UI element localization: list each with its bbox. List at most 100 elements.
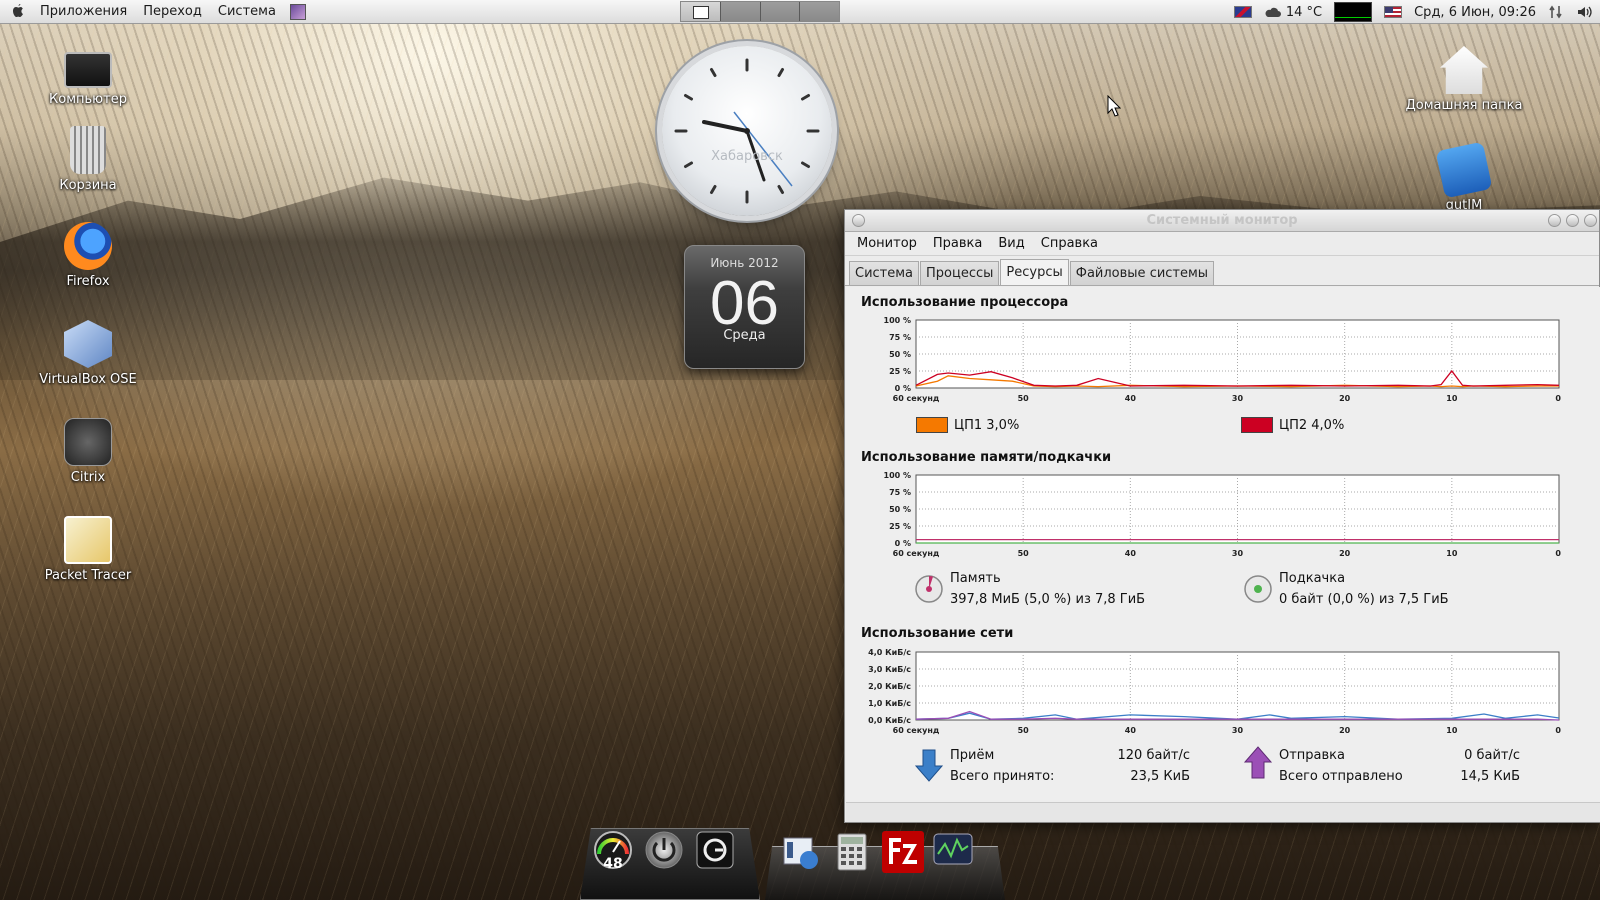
window-menu-button[interactable] <box>852 214 865 227</box>
x-tick-label: 30 <box>1232 726 1244 735</box>
x-tick-label: 40 <box>1125 726 1137 735</box>
network-section-title: Использование сети <box>861 626 1014 641</box>
packet-tracer-icon <box>64 516 112 564</box>
desktop-icon-label: Firefox <box>66 274 110 289</box>
menu-system[interactable]: Система <box>210 0 284 24</box>
menu-places[interactable]: Переход <box>135 0 210 24</box>
keyboard-layout-flag-icon[interactable] <box>1233 6 1252 18</box>
memory-section-title: Использование памяти/подкачки <box>861 450 1112 465</box>
tab-system[interactable]: Система <box>849 261 920 285</box>
workspace-3[interactable] <box>760 2 801 21</box>
resources-panel: Использование процессора 100 % 75 % 50 % 25… <box>846 287 1600 802</box>
cpu2-value: 4,0% <box>1311 418 1345 433</box>
window-title: Системный монитор <box>1146 213 1298 228</box>
memory-pie-icon[interactable] <box>914 574 944 604</box>
calendar-widget: Июнь 2012 06 Среда <box>684 245 805 369</box>
menu-help[interactable]: Справка <box>1033 236 1106 251</box>
clock-datetime[interactable]: Срд, 6 Июн, 09:26 <box>1414 5 1536 20</box>
y-tick-label: 3,0 КиБ/с <box>868 665 911 674</box>
workspace-1[interactable] <box>681 2 721 21</box>
swap-pie-icon[interactable] <box>1243 574 1273 604</box>
tab-processes[interactable]: Процессы <box>920 261 1000 285</box>
cpu2-color-swatch[interactable] <box>1241 417 1273 433</box>
x-tick-label: 0 <box>1555 726 1561 735</box>
workspace-4[interactable] <box>800 2 839 21</box>
weather-applet[interactable]: 14 °C <box>1264 5 1322 20</box>
desktop-icon-citrix[interactable]: Citrix <box>28 418 148 485</box>
memory-usage-graph: 100 % 75 % 50 % 25 % 0 %60 секунд 50 40 30 20 10 0 <box>884 471 1562 558</box>
x-tick-label: 50 <box>1018 726 1030 735</box>
y-tick-label: 100 % <box>884 316 912 325</box>
maximize-button[interactable] <box>1566 214 1579 227</box>
memory-label: Память <box>950 571 1001 586</box>
desktop-icon-home-folder[interactable]: Домашняя папка <box>1402 46 1526 113</box>
trash-icon <box>70 126 106 174</box>
receive-total-label: Всего принято: <box>950 769 1055 784</box>
clock-city: Хабаровск <box>711 149 783 164</box>
y-tick-label: 2,0 КиБ/с <box>868 682 911 691</box>
network-browser-icon[interactable] <box>781 832 821 872</box>
desktop-icon-qutim[interactable]: qutIM <box>1402 141 1526 213</box>
send-arrow-icon[interactable] <box>1243 745 1273 779</box>
close-button[interactable] <box>1584 214 1597 227</box>
send-total-label: Всего отправлено <box>1279 769 1403 784</box>
cpu1-legend: ЦП1 3,0% <box>954 418 1019 433</box>
power-icon[interactable] <box>644 830 684 870</box>
desktop-icon-label: Citrix <box>70 470 106 485</box>
send-total: 14,5 КиБ <box>1460 769 1520 784</box>
workspace-2[interactable] <box>720 2 761 21</box>
send-label: Отправка <box>1279 748 1346 763</box>
calculator-icon[interactable] <box>832 832 872 872</box>
gimp-style-app-icon[interactable] <box>695 830 735 870</box>
system-monitor-app-icon[interactable] <box>932 830 974 872</box>
workspace-switcher[interactable] <box>680 1 840 22</box>
clock-face <box>674 58 820 204</box>
tab-file-systems[interactable]: Файловые системы <box>1069 261 1215 285</box>
computer-icon <box>64 52 112 88</box>
minimize-button[interactable] <box>1548 214 1561 227</box>
cpu1-color-swatch[interactable] <box>916 417 948 433</box>
launcher-icon[interactable] <box>289 3 306 20</box>
window-titlebar[interactable]: Системный монитор <box>845 210 1599 232</box>
x-tick-label: 30 <box>1232 549 1244 558</box>
y-tick-label: 0,0 КиБ/с <box>868 716 911 725</box>
y-tick-label: 75 % <box>889 488 911 497</box>
tab-resources[interactable]: Ресурсы <box>1000 259 1069 285</box>
menu-applications[interactable]: Приложения <box>32 0 135 24</box>
x-tick-label: 10 <box>1446 549 1458 558</box>
desktop-icon-virtualbox[interactable]: VirtualBox OSE <box>28 320 148 387</box>
receive-arrow-icon[interactable] <box>914 749 944 783</box>
window-menubar: Монитор Правка Вид Справка <box>845 232 1599 256</box>
desktop-icon-label: Домашняя папка <box>1405 98 1523 113</box>
network-usage-graph: 4,0 КиБ/с 3,0 КиБ/с 2,0 КиБ/с 1,0 КиБ/с 0,0 … <box>868 648 1561 735</box>
x-tick-label: 0 <box>1555 394 1561 403</box>
x-tick-label: 60 секунд <box>893 394 940 403</box>
calendar-day: 06 <box>710 269 779 338</box>
y-tick-label: 50 % <box>889 350 911 359</box>
hour-hand <box>702 120 749 133</box>
filezilla-icon[interactable] <box>881 830 925 874</box>
cpu-monitor-applet[interactable] <box>1334 2 1373 22</box>
x-tick-label: 20 <box>1339 726 1351 735</box>
menu-monitor[interactable]: Монитор <box>849 236 925 251</box>
menu-view[interactable]: Вид <box>990 236 1032 251</box>
desktop-icon-label: Корзина <box>59 178 117 193</box>
desktop-icon-firefox[interactable]: Firefox <box>28 222 148 289</box>
y-tick-label: 0 % <box>895 539 911 548</box>
x-tick-label: 10 <box>1446 394 1458 403</box>
menu-edit[interactable]: Правка <box>925 236 990 251</box>
us-flag-icon[interactable] <box>1384 6 1403 18</box>
calendar-month: Июнь 2012 <box>710 256 779 270</box>
y-tick-label: 1,0 КиБ/с <box>868 699 911 708</box>
virtualbox-icon <box>64 320 112 368</box>
desktop-icon-computer[interactable]: Компьютер <box>28 46 148 107</box>
desktop-icon-trash[interactable]: Корзина <box>28 126 148 193</box>
apple-icon[interactable] <box>10 3 26 20</box>
y-tick-label: 100 % <box>884 471 912 480</box>
network-icon[interactable] <box>1548 4 1564 20</box>
x-tick-label: 60 секунд <box>893 726 940 735</box>
desktop-icon-packet-tracer[interactable]: Packet Tracer <box>28 516 148 583</box>
top-panel: Приложения Переход Система 14 °C Срд, 6 … <box>0 0 1600 24</box>
cpu-usage-graph: 100 % 75 % 50 % 25 % 0 %60 секунд 50 40 30 20 10 0 <box>884 316 1562 403</box>
volume-icon[interactable] <box>1576 4 1594 20</box>
